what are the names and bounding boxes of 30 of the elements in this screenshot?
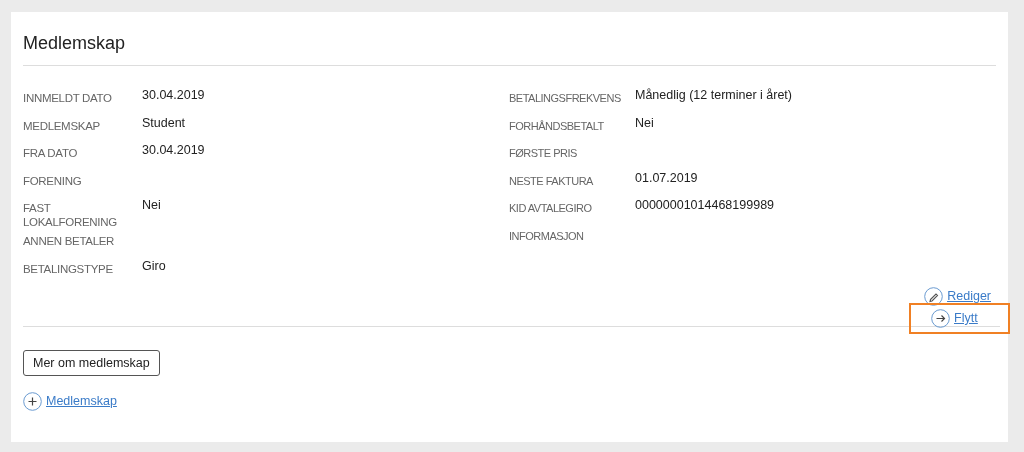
edit-link[interactable]: Rediger bbox=[947, 286, 991, 306]
field-label: INFORMASJON bbox=[509, 228, 585, 244]
field-value: Student bbox=[142, 114, 186, 132]
field-label: ANNEN BETALER bbox=[23, 234, 116, 249]
field-label: FAST LOKALFORENING bbox=[23, 201, 118, 229]
field-value: Giro bbox=[142, 257, 166, 275]
field-value: Nei bbox=[142, 197, 161, 214]
field-label: BETALINGSTYPE bbox=[23, 261, 114, 277]
field-label: FØRSTE PRIS bbox=[509, 146, 578, 161]
card-title: Medlemskap bbox=[23, 32, 127, 55]
more-button[interactable]: Mer om medlemskap bbox=[23, 350, 160, 376]
pencil-icon bbox=[924, 286, 944, 306]
field-label: BETALINGSFREKVENS bbox=[509, 91, 622, 106]
field-label: FORHÅNDSBETALT bbox=[509, 118, 605, 134]
field-value: 30.04.2019 bbox=[142, 87, 205, 104]
field-label: FRA DATO bbox=[23, 146, 79, 161]
field-label: KID AVTALEGIRO bbox=[509, 201, 593, 216]
field-value: Månedlig (12 terminer i året) bbox=[635, 87, 792, 104]
move-link[interactable]: Flytt bbox=[954, 309, 978, 328]
field-value: 00000001014468199989 bbox=[635, 197, 775, 214]
field-value: Nei bbox=[635, 114, 654, 132]
field-label: MEDLEMSKAP bbox=[23, 118, 101, 134]
field-value: 30.04.2019 bbox=[142, 142, 205, 159]
plus-icon bbox=[23, 392, 42, 411]
add-link[interactable]: Medlemskap bbox=[46, 392, 117, 411]
field-label: INNMELDT DATO bbox=[23, 91, 113, 106]
field-label: NESTE FAKTURA bbox=[509, 173, 594, 189]
field-value: 01.07.2019 bbox=[635, 169, 698, 187]
field-label: FORENING bbox=[23, 173, 83, 189]
arrow-right-icon bbox=[931, 309, 950, 328]
